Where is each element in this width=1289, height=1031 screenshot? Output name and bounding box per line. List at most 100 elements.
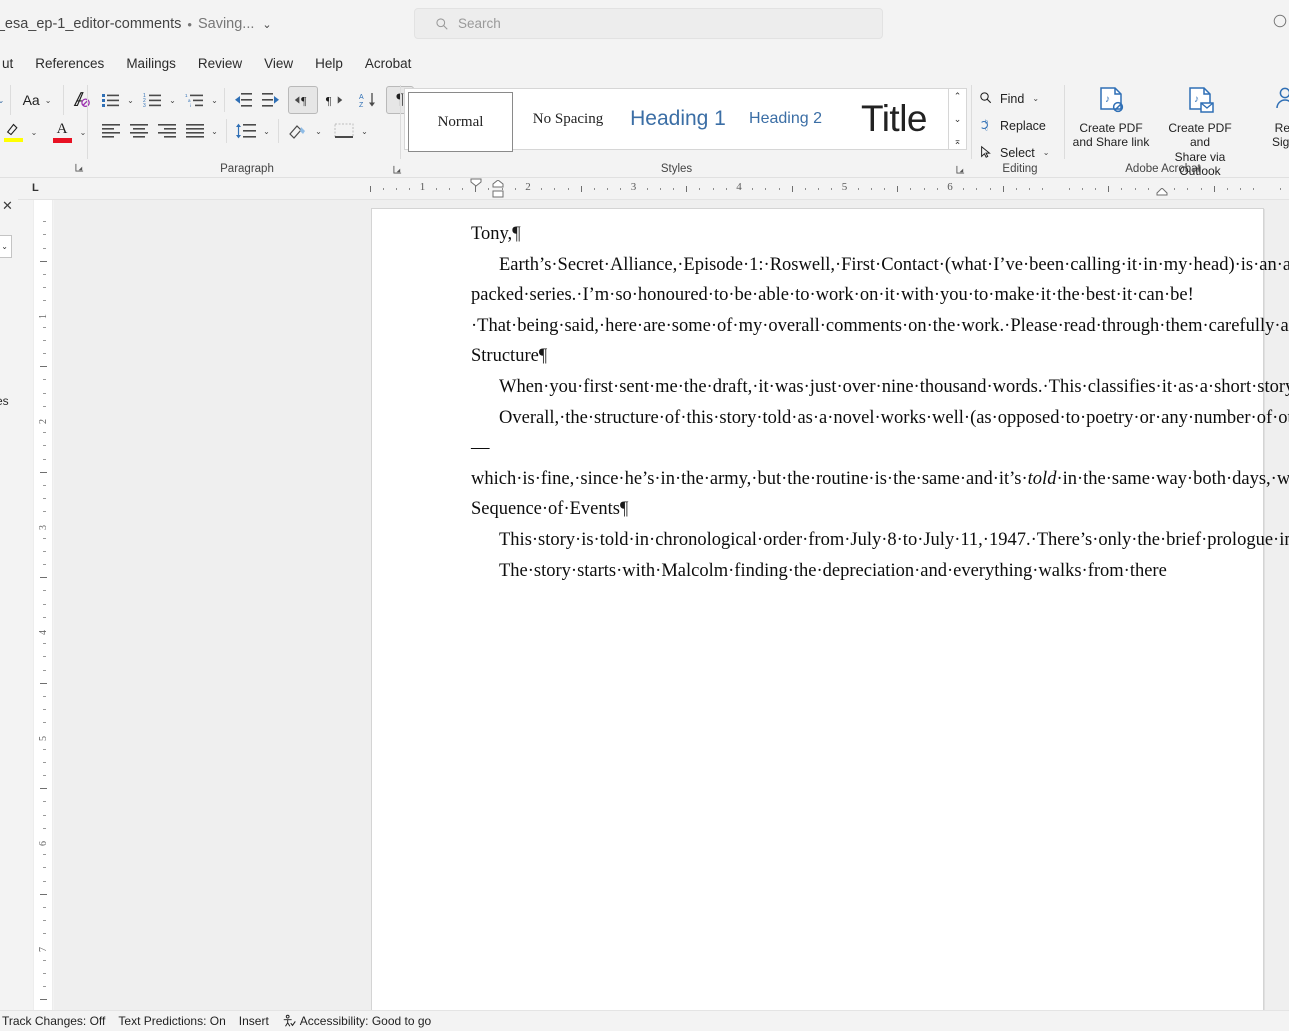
titlebar-right-controls[interactable]	[1273, 14, 1287, 28]
left-indent-marker[interactable]	[492, 190, 504, 198]
vertical-ruler-tick	[43, 748, 46, 750]
styles-more-icon[interactable]: ⌅	[954, 137, 962, 146]
multilevel-chevron-icon[interactable]: ⌄	[208, 88, 221, 112]
sort-button[interactable]: A Z	[354, 87, 382, 113]
paragraph-dialog-launcher[interactable]	[393, 165, 402, 174]
find-button[interactable]: Find ⌄	[979, 91, 1039, 106]
multilevel-list-button[interactable]: 1 a i	[182, 88, 208, 112]
style-heading-1[interactable]: Heading 1	[623, 89, 733, 149]
vertical-ruler-tick	[43, 643, 46, 645]
status-text-predictions-label: Text Predictions: On	[118, 1014, 226, 1028]
tab-layout[interactable]: ut	[0, 53, 24, 74]
tab-acrobat[interactable]: Acrobat	[354, 53, 423, 74]
decrease-indent-button[interactable]	[230, 88, 256, 112]
styles-gallery-scrollbar[interactable]: ⌃ ⌄ ⌅	[949, 88, 967, 150]
status-insert-mode[interactable]: Insert	[239, 1014, 282, 1028]
status-track-changes[interactable]: Track Changes: Off	[0, 1014, 118, 1028]
ribbon-group-paragraph: ⌄ 1 2 3 ⌄ 1 a i ⌄ ¶ ¶ A Z ⌄ ⌄ ⌄ ⌄ Paragr…	[92, 79, 414, 178]
hanging-indent-marker[interactable]	[492, 180, 504, 188]
document-paragraph[interactable]: The·story·starts·with·Malcolm·finding·th…	[471, 556, 1167, 587]
document-text-area[interactable]: Tony,¶ Earth’s·Secret·Alliance,·Episode·1…	[372, 209, 1289, 587]
vertical-ruler[interactable]: 1 2 3 4 5 6 7	[33, 200, 53, 1011]
select-chevron-icon[interactable]: ⌄	[1043, 148, 1050, 157]
ruler-tick	[1015, 188, 1017, 190]
bullets-button[interactable]	[98, 88, 124, 112]
ruler-tick	[870, 188, 872, 190]
font-color-button[interactable]: A	[48, 119, 76, 145]
align-center-button[interactable]	[126, 119, 152, 143]
tab-stop-selector[interactable]: L	[32, 182, 39, 194]
text-highlight-color-button[interactable]	[0, 119, 27, 145]
line-spacing-button[interactable]	[232, 119, 260, 143]
numbering-chevron-icon[interactable]: ⌄	[166, 88, 179, 112]
navigation-dropdown[interactable]: ⌄	[0, 235, 12, 258]
close-icon[interactable]: ✕	[2, 198, 13, 214]
style-heading-2[interactable]: Heading 2	[733, 89, 838, 149]
styles-dialog-launcher[interactable]	[956, 165, 965, 174]
right-indent-marker[interactable]	[1156, 188, 1168, 196]
style-title-label: Title	[860, 98, 928, 139]
document-canvas[interactable]: Tony,¶ Earth’s·Secret·Alliance,·Episode·1…	[54, 200, 1289, 1011]
document-paragraph[interactable]: Tony,¶	[471, 219, 1164, 250]
tab-view[interactable]: View	[253, 53, 304, 74]
highlight-chevron-icon[interactable]: ⌄	[27, 119, 41, 145]
select-button[interactable]: Select ⌄	[979, 145, 1049, 160]
document-paragraph[interactable]: Earth’s·Secret·Alliance,·Episode·1:·Rosw…	[471, 250, 1289, 342]
find-chevron-icon[interactable]: ⌄	[1032, 94, 1039, 103]
create-pdf-and-share-link-button[interactable]: ♪ Create PDF and Share link	[1068, 85, 1154, 150]
styles-scroll-up-icon[interactable]: ⌃	[954, 92, 962, 101]
replace-button[interactable]: b c Replace	[979, 118, 1046, 133]
shading-button[interactable]	[284, 119, 312, 143]
chevron-down-icon[interactable]: ⌄	[262, 18, 271, 31]
tab-mailings[interactable]: Mailings	[115, 53, 187, 74]
justify-chevron-icon[interactable]: ⌄	[208, 119, 221, 143]
left-to-right-text-direction-button[interactable]: ¶	[288, 86, 318, 114]
horizontal-ruler[interactable]: L 1 2 3 4 5 6	[0, 178, 1289, 200]
style-no-spacing[interactable]: No Spacing	[513, 89, 623, 149]
ruler-track[interactable]: 1 2 3 4 5 6	[50, 178, 1289, 200]
align-right-button[interactable]	[154, 119, 180, 143]
vertical-ruler-tick	[40, 893, 47, 895]
document-paragraph[interactable]: Overall,·the·structure·of·this·story·tol…	[471, 403, 1289, 495]
document-page[interactable]: Tony,¶ Earth’s·Secret·Alliance,·Episode·1…	[371, 208, 1289, 1011]
borders-chevron-icon[interactable]: ⌄	[358, 119, 371, 143]
request-signatures-button[interactable]: x Requ Signat	[1246, 85, 1289, 150]
styles-gallery[interactable]: Normal No Spacing Heading 1 Heading 2 Ti…	[404, 88, 950, 152]
search-input[interactable]: Search	[414, 8, 883, 39]
right-to-left-text-direction-button[interactable]: ¶	[320, 86, 350, 114]
chevron-down-icon: ⌄	[1, 242, 8, 251]
status-text-predictions[interactable]: Text Predictions: On	[118, 1014, 238, 1028]
ruler-tick	[409, 188, 411, 190]
document-heading[interactable]: Structure¶	[471, 341, 1164, 372]
tab-references[interactable]: References	[24, 53, 115, 74]
bullets-chevron-icon[interactable]: ⌄	[124, 88, 137, 112]
tab-help[interactable]: Help	[304, 53, 354, 74]
svg-text:A: A	[359, 94, 364, 101]
style-normal[interactable]: Normal	[408, 92, 513, 152]
document-title-area[interactable]: r_esa_ep-1_editor-comments • Saving... ⌄	[0, 13, 272, 35]
line-spacing-chevron-icon[interactable]: ⌄	[260, 119, 273, 143]
numbering-button[interactable]: 1 2 3	[140, 88, 166, 112]
document-paragraph[interactable]: This·story·is·told·in·chronological·orde…	[471, 525, 1289, 556]
status-accessibility[interactable]: Accessibility: Good to go	[282, 1014, 444, 1028]
shading-chevron-icon[interactable]: ⌄	[312, 119, 325, 143]
font-dialog-launcher[interactable]	[75, 163, 84, 172]
find-label: Find	[1000, 91, 1025, 106]
document-heading[interactable]: Sequence·of·Events¶	[471, 494, 1164, 525]
clear-formatting-icon[interactable]	[67, 89, 95, 111]
font-chevron-icon[interactable]: ⌄	[0, 89, 7, 111]
style-title[interactable]: Title	[838, 89, 950, 149]
document-paragraph[interactable]: When·you·first·sent·me·the·draft,·it·was…	[471, 372, 1289, 403]
align-left-button[interactable]	[98, 119, 124, 143]
pilcrow-mark: ¶	[538, 346, 548, 367]
ruler-tick	[857, 188, 859, 190]
first-line-indent-marker[interactable]	[470, 178, 482, 187]
justify-button[interactable]	[182, 119, 208, 143]
navigation-pages-tab[interactable]: es	[0, 394, 9, 408]
text-run: Sequence·of·Events	[471, 499, 620, 520]
change-case-button[interactable]: Aa ⌄	[15, 89, 59, 111]
borders-button[interactable]	[330, 119, 358, 143]
tab-review[interactable]: Review	[187, 53, 253, 74]
styles-scroll-down-icon[interactable]: ⌄	[954, 114, 962, 124]
increase-indent-button[interactable]	[258, 88, 284, 112]
